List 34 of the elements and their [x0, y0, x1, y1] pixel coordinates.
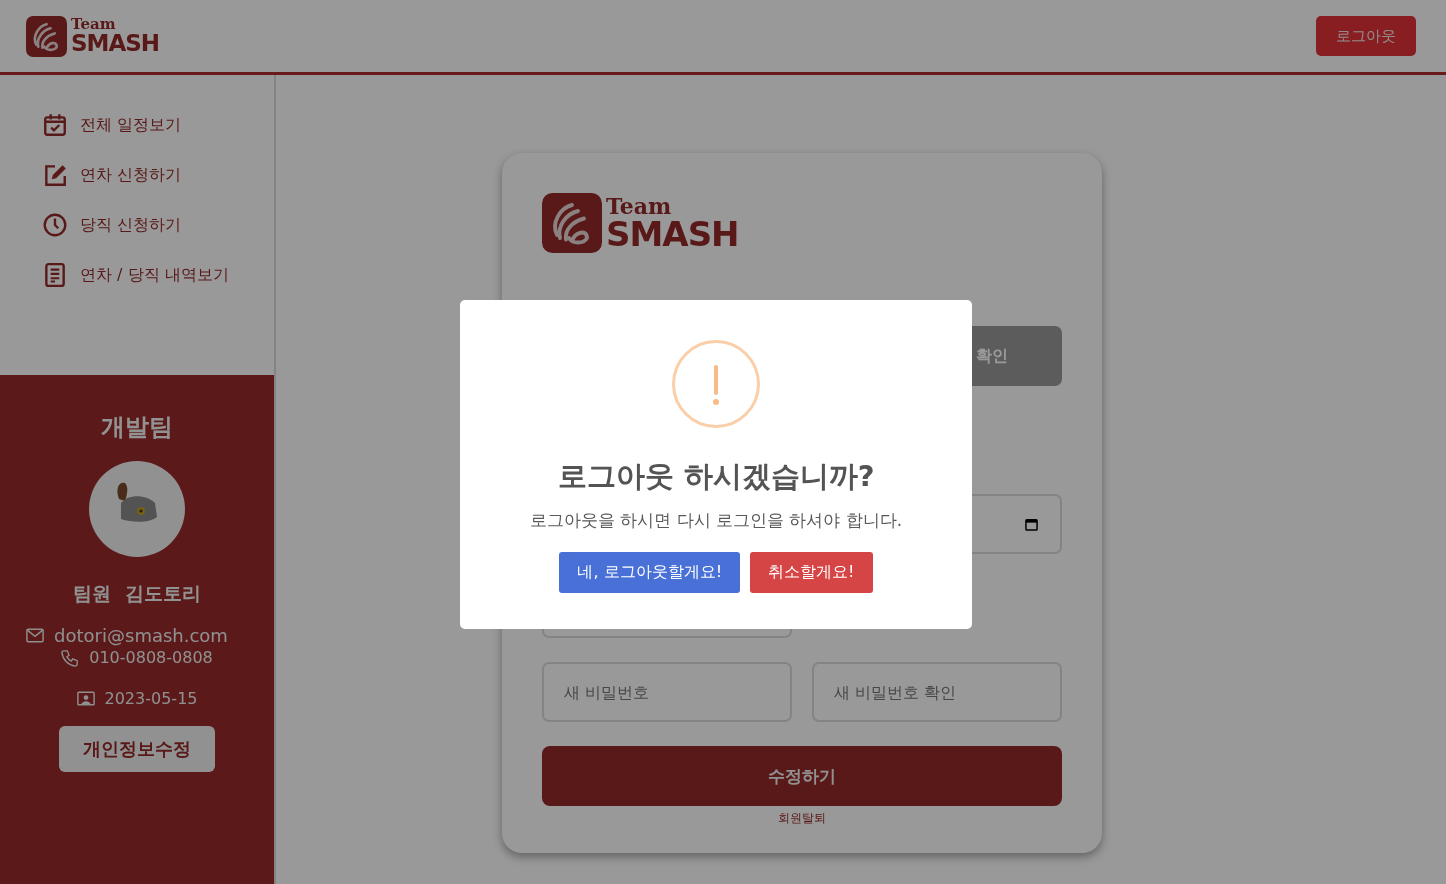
edit-profile-button[interactable]: 개인정보수정 — [59, 726, 215, 772]
id-card-icon — [76, 691, 95, 706]
team-name: 개발팀 — [101, 412, 173, 443]
sidebar-item[interactable]: 당직 신청하기 — [42, 212, 274, 238]
input-field[interactable]: 새 비밀번호 — [542, 662, 792, 722]
email-text: dotori@smash.com — [54, 625, 228, 646]
clock-icon — [42, 212, 68, 238]
logo-text-small: Team — [606, 195, 673, 217]
join-date: 2023-05-15 — [104, 689, 198, 708]
hand-logo-icon — [26, 15, 67, 57]
withdraw-link[interactable]: 회원탈퇴 — [778, 810, 826, 827]
dialog-message: 로그아웃을 하시면 다시 로그인을 하셔야 합니다. — [529, 509, 903, 532]
sidebar-item[interactable]: 전체 일정보기 — [42, 112, 274, 138]
logo-text: SMASH — [606, 217, 739, 251]
phone-icon — [61, 648, 80, 667]
warning-icon — [672, 340, 760, 428]
mail-icon — [26, 628, 45, 643]
confirm-button[interactable]: 네, 로그아웃할게요! — [559, 552, 741, 593]
edit-icon — [42, 162, 68, 188]
sidebar-item[interactable]: 연차 신청하기 — [42, 162, 274, 188]
cancel-button[interactable]: 취소할게요! — [750, 552, 873, 593]
logout-button[interactable]: 로그아웃 — [1316, 16, 1416, 56]
dialog-title: 로그아웃 하시겠습니까? — [557, 458, 875, 495]
input-field[interactable]: 새 비밀번호 확인 — [812, 662, 1062, 722]
hand-logo-icon — [542, 193, 602, 253]
logo-text: SMASH — [71, 32, 160, 55]
calendar-icon — [1025, 517, 1038, 531]
logo-text-small: Team — [71, 17, 117, 32]
submit-button[interactable]: 수정하기 — [542, 746, 1062, 806]
member-name: 팀원 김도토리 — [73, 581, 201, 606]
calendar-check-icon — [42, 112, 68, 138]
document-icon — [42, 262, 68, 288]
phone-text: 010-0808-0808 — [89, 648, 213, 667]
sidebar-item[interactable]: 연차 / 당직 내역보기 — [42, 262, 274, 288]
